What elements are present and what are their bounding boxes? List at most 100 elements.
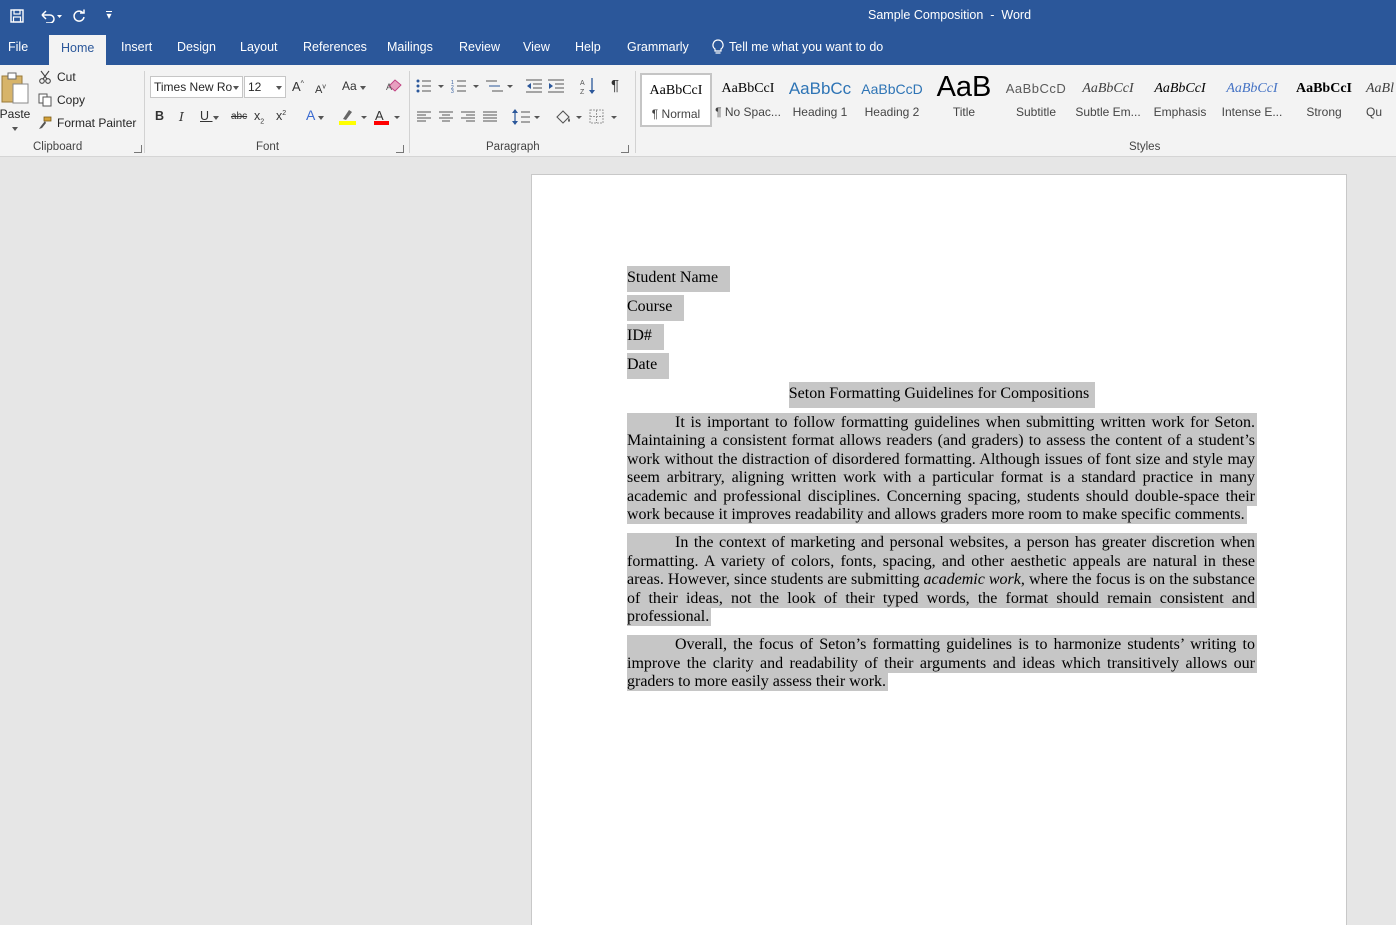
style-label: Heading 2 [864, 105, 920, 119]
style-intense-emphasis[interactable]: AaBbCcI Intense E... [1216, 73, 1288, 127]
group-divider [144, 71, 145, 153]
svg-text:Z: Z [580, 89, 585, 95]
sort-button[interactable]: AZ [578, 76, 598, 96]
text-effects-button[interactable]: A [306, 107, 325, 123]
style-preview: AaB [936, 73, 992, 103]
format-painter-label: Format Painter [57, 116, 137, 130]
customize-qat-button[interactable]: ▾ [98, 5, 120, 27]
svg-text:3: 3 [451, 89, 454, 93]
highlight-color-button[interactable] [337, 107, 369, 127]
paintbrush-icon [39, 116, 52, 129]
paragraph-launcher-icon[interactable] [621, 145, 629, 153]
copy-button[interactable]: Copy [38, 93, 85, 107]
font-color-icon: A [374, 108, 400, 125]
shading-button[interactable] [553, 107, 583, 127]
document-body[interactable]: Student Name Course ID# Date Seton Forma… [627, 266, 1258, 702]
paragraph-1: It is important to follow formatting gui… [627, 413, 1257, 525]
chevron-down-icon [360, 86, 367, 90]
style-no-spacing[interactable]: AaBbCcI ¶ No Spac... [712, 73, 784, 127]
document-canvas[interactable]: Student Name Course ID# Date Seton Forma… [0, 158, 1396, 925]
grow-font-button[interactable]: A^ [292, 79, 304, 94]
tab-help[interactable]: Help [575, 40, 601, 54]
tell-me-search[interactable]: Tell me what you want to do [712, 39, 883, 55]
align-right-button[interactable] [459, 109, 477, 125]
strikethrough-icon: abc [231, 111, 248, 122]
tab-view[interactable]: View [523, 40, 550, 54]
style-subtitle[interactable]: AaBbCcD Subtitle [1000, 73, 1072, 127]
style-title[interactable]: AaB Title [928, 73, 1000, 127]
bullets-button[interactable] [415, 77, 445, 95]
font-size-combo[interactable]: 12 [244, 76, 286, 98]
strikethrough-button[interactable]: abc [231, 111, 247, 122]
highlight-swatch [339, 121, 356, 125]
tab-mailings[interactable]: Mailings [387, 40, 433, 54]
font-color-button[interactable]: A [372, 107, 402, 127]
style-heading-1[interactable]: AaBbCc Heading 1 [784, 73, 856, 127]
tab-home[interactable]: Home [49, 35, 107, 66]
scissors-icon [39, 70, 51, 84]
style-emphasis[interactable]: AaBbCcI Emphasis [1144, 73, 1216, 127]
redo-button[interactable] [68, 5, 90, 27]
superscript-button[interactable]: x2 [276, 109, 286, 123]
borders-icon [589, 109, 617, 124]
style-normal[interactable]: AaBbCcI ¶ Normal [640, 73, 712, 127]
style-preview: AaBbCcI [1082, 81, 1134, 96]
italic-button[interactable]: I [179, 109, 184, 124]
paint-bucket-icon [556, 110, 582, 124]
shrink-font-button[interactable]: Av [315, 81, 326, 96]
multilevel-list-button[interactable] [484, 77, 514, 95]
paste-button[interactable]: Paste [0, 71, 30, 133]
chevron-down-icon [212, 116, 219, 120]
header-line: Date [627, 353, 1257, 385]
subscript-button[interactable]: x2 [254, 109, 264, 126]
bold-button[interactable]: B [155, 109, 164, 123]
save-button[interactable] [6, 5, 28, 27]
tab-references[interactable]: References [303, 40, 367, 54]
paragraph-2: In the context of marketing and personal… [627, 533, 1258, 627]
style-subtle-emphasis[interactable]: AaBbCcI Subtle Em... [1072, 73, 1144, 127]
style-quote[interactable]: AaBl Qu [1360, 73, 1396, 127]
clear-formatting-button[interactable]: A [384, 77, 404, 95]
document-page[interactable]: Student Name Course ID# Date Seton Forma… [531, 174, 1347, 925]
borders-button[interactable] [588, 107, 618, 127]
clipboard-launcher-icon[interactable] [134, 145, 142, 153]
style-strong[interactable]: AaBbCcI Strong [1288, 73, 1360, 127]
align-left-button[interactable] [415, 109, 433, 125]
decrease-indent-button[interactable] [524, 77, 544, 95]
numbering-button[interactable]: 123 [450, 77, 480, 95]
format-painter-button[interactable]: Format Painter [38, 116, 136, 130]
style-label: Title [952, 105, 976, 119]
text-effects-icon: A [306, 107, 315, 123]
font-launcher-icon[interactable] [396, 145, 404, 153]
group-divider [635, 71, 636, 153]
style-label: Subtitle [1015, 105, 1057, 119]
chevron-down-icon [318, 116, 325, 120]
tab-review[interactable]: Review [459, 40, 500, 54]
justify-button[interactable] [481, 109, 499, 125]
id-line: ID# [627, 324, 664, 350]
style-preview: AaBbCcI [649, 83, 703, 98]
font-name-combo[interactable]: Times New Ro [150, 76, 243, 98]
undo-button[interactable] [36, 5, 66, 27]
paragraph-1-text: It is important to follow formatting gui… [627, 414, 1255, 524]
style-preview: AaBbCcI [1295, 81, 1352, 96]
underline-button[interactable]: U [200, 109, 219, 123]
grow-font-icon: A^ [292, 79, 304, 94]
tab-design[interactable]: Design [177, 40, 216, 54]
tab-insert[interactable]: Insert [121, 40, 152, 54]
change-case-button[interactable]: Aa [342, 79, 367, 93]
window-title: Sample Composition - Word [868, 8, 1032, 22]
line-spacing-button[interactable] [511, 107, 541, 127]
style-heading-2[interactable]: AaBbCcD Heading 2 [856, 73, 928, 127]
increase-indent-button[interactable] [546, 77, 566, 95]
tab-file[interactable]: File [8, 40, 28, 54]
tab-grammarly[interactable]: Grammarly [627, 40, 689, 54]
show-marks-button[interactable]: ¶ [611, 77, 619, 94]
style-label: Strong [1306, 105, 1342, 119]
align-center-button[interactable] [437, 109, 455, 125]
tab-layout[interactable]: Layout [240, 40, 278, 54]
font-size-value: 12 [248, 80, 262, 94]
cut-button[interactable]: Cut [38, 70, 76, 84]
style-label: ¶ No Spac... [715, 105, 781, 119]
paragraph-3: Overall, the focus of Seton’s formatting… [627, 635, 1257, 692]
